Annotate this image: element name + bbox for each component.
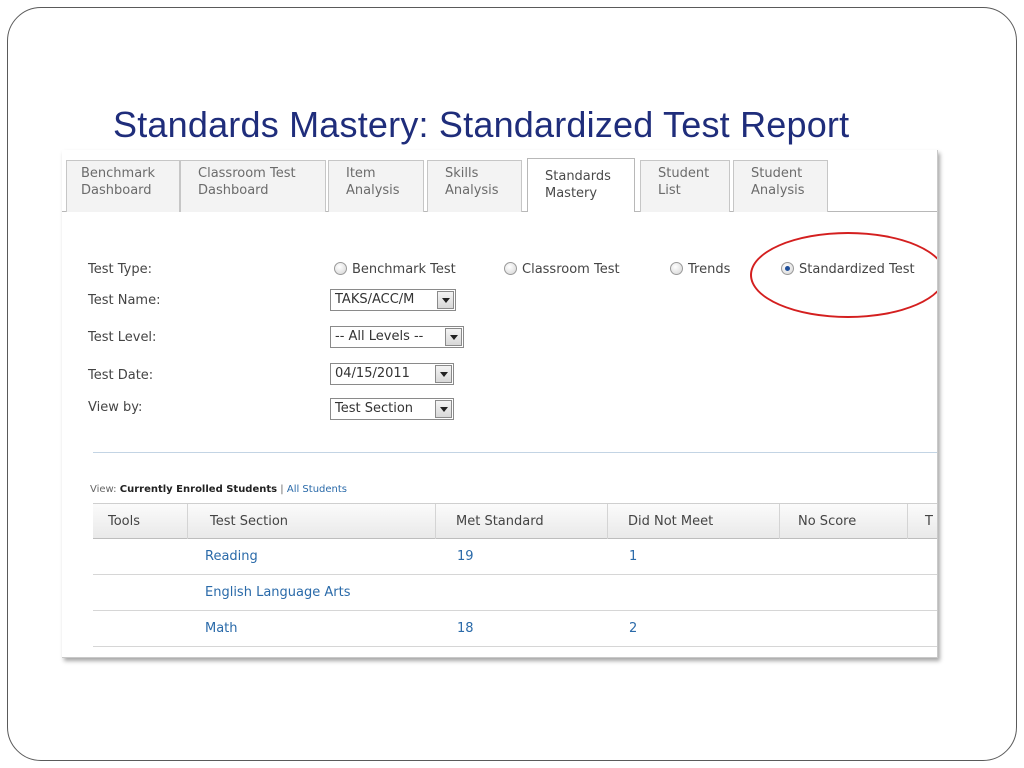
tab-student-analysis[interactable]: Student Analysis xyxy=(733,160,828,212)
column-header-met-standard[interactable]: Met Standard xyxy=(436,504,608,539)
tab-skills-analysis[interactable]: Skills Analysis xyxy=(427,160,522,212)
view-filter: View: Currently Enrolled Students | All … xyxy=(90,484,347,495)
tab-label-line2: Analysis xyxy=(445,183,499,198)
column-header-did-not-meet[interactable]: Did Not Meet xyxy=(608,504,780,539)
select-value: Test Section xyxy=(335,401,414,416)
tab-label-line1: Standards xyxy=(545,169,611,184)
column-header-test-section[interactable]: Test Section xyxy=(188,504,436,539)
tab-label-line1: Student xyxy=(751,166,803,181)
tab-label-line1: Benchmark xyxy=(81,166,156,181)
test-section-link[interactable]: Math xyxy=(205,611,238,646)
test-section-link[interactable]: English Language Arts xyxy=(205,575,350,610)
table-row: Reading 19 1 xyxy=(93,539,937,575)
view-by-select[interactable]: Test Section xyxy=(330,398,454,420)
radio-label: Trends xyxy=(688,262,731,277)
tab-label-line1: Item xyxy=(346,166,376,181)
radio-classroom-test[interactable]: Classroom Test xyxy=(504,262,620,277)
slide-title: Standards Mastery: Standardized Test Rep… xyxy=(113,104,850,145)
radio-trends[interactable]: Trends xyxy=(670,262,730,277)
view-filter-divider: | xyxy=(280,484,284,495)
test-date-label: Test Date: xyxy=(88,368,154,383)
test-section-link[interactable]: Reading xyxy=(205,539,258,574)
radio-label: Classroom Test xyxy=(522,262,620,277)
table-row: English Language Arts xyxy=(93,575,937,611)
radio-circle-icon xyxy=(334,262,347,275)
tab-label-line1: Classroom Test xyxy=(198,166,296,181)
table-header: Tools Test Section Met Standard Did Not … xyxy=(93,503,937,539)
tab-classroom-test-dashboard[interactable]: Classroom Test Dashboard xyxy=(180,160,326,212)
tab-item-analysis[interactable]: Item Analysis xyxy=(328,160,424,212)
met-standard-count[interactable]: 18 xyxy=(457,611,474,646)
test-name-label: Test Name: xyxy=(88,293,161,308)
chevron-down-icon xyxy=(435,365,452,383)
select-value: -- All Levels -- xyxy=(335,329,424,344)
met-standard-count[interactable]: 19 xyxy=(457,539,474,574)
radio-label: Benchmark Test xyxy=(352,262,456,277)
view-all-students-link[interactable]: All Students xyxy=(287,484,347,495)
test-type-label: Test Type: xyxy=(88,262,152,277)
tab-label-line2: Analysis xyxy=(346,183,400,198)
column-header-no-score[interactable]: No Score xyxy=(780,504,908,539)
column-header-total[interactable]: T xyxy=(908,504,937,539)
app-screenshot: Benchmark Dashboard Classroom Test Dashb… xyxy=(62,150,938,658)
chevron-down-icon xyxy=(435,400,452,418)
tab-standards-mastery[interactable]: Standards Mastery xyxy=(527,158,635,212)
tab-label-line1: Skills xyxy=(445,166,479,181)
tab-label-line1: Student xyxy=(658,166,710,181)
radio-circle-icon xyxy=(504,262,517,275)
tab-student-list[interactable]: Student List xyxy=(640,160,730,212)
table-row: Math 18 2 xyxy=(93,611,937,647)
tab-label-line2: Dashboard xyxy=(198,183,269,198)
section-divider xyxy=(93,452,937,453)
test-level-label: Test Level: xyxy=(88,330,157,345)
chevron-down-icon xyxy=(445,328,462,346)
highlight-annotation-oval xyxy=(750,232,937,318)
view-filter-prefix: View: xyxy=(90,484,117,495)
tab-label-line2: List xyxy=(658,183,681,198)
tab-label-line2: Mastery xyxy=(545,186,598,201)
view-by-label: View by: xyxy=(88,400,143,415)
tab-label-line2: Dashboard xyxy=(81,183,152,198)
radio-circle-icon xyxy=(670,262,683,275)
test-date-select[interactable]: 04/15/2011 xyxy=(330,363,454,385)
view-current-enrolled[interactable]: Currently Enrolled Students xyxy=(120,484,277,495)
tab-label-line2: Analysis xyxy=(751,183,805,198)
chevron-down-icon xyxy=(437,291,454,309)
did-not-meet-count[interactable]: 2 xyxy=(629,611,637,646)
select-value: 04/15/2011 xyxy=(335,366,410,381)
select-value: TAKS/ACC/M xyxy=(335,292,415,307)
column-header-tools[interactable]: Tools xyxy=(93,504,188,539)
radio-benchmark-test[interactable]: Benchmark Test xyxy=(334,262,456,277)
test-level-select[interactable]: -- All Levels -- xyxy=(330,326,464,348)
did-not-meet-count[interactable]: 1 xyxy=(629,539,637,574)
tab-benchmark-dashboard[interactable]: Benchmark Dashboard xyxy=(66,160,180,212)
test-name-select[interactable]: TAKS/ACC/M xyxy=(330,289,456,311)
